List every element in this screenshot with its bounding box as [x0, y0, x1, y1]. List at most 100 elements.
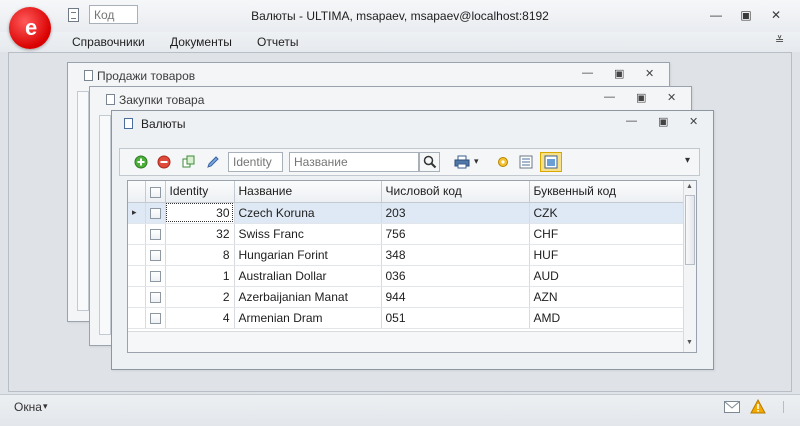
- cell-alpha-code[interactable]: CZK: [529, 202, 685, 224]
- select-all-header[interactable]: [145, 181, 166, 203]
- minimize-button[interactable]: —: [626, 115, 637, 127]
- cell-numeric-code[interactable]: 756: [381, 223, 530, 245]
- cell-name[interactable]: Armenian Dram: [234, 307, 382, 329]
- row-checkbox[interactable]: [149, 291, 161, 303]
- close-button[interactable]: ✕: [765, 6, 787, 24]
- cell-alpha-code[interactable]: HUF: [529, 244, 685, 266]
- menu-item-references[interactable]: Справочники: [72, 35, 145, 49]
- scrollbar-thumb[interactable]: [685, 195, 695, 265]
- cell-numeric-code[interactable]: 051: [381, 307, 530, 329]
- row-indicator-icon: ▸: [128, 202, 146, 224]
- cell-identity[interactable]: 30: [165, 202, 235, 224]
- row-checkbox[interactable]: [149, 207, 161, 219]
- column-header-name[interactable]: Название: [234, 181, 382, 203]
- restore-button[interactable]: ▣: [735, 6, 757, 24]
- row-indicator-header: [128, 181, 146, 203]
- menu-bar: Справочники Документы Отчеты ≚: [0, 32, 800, 52]
- cell-identity[interactable]: 4: [165, 307, 235, 329]
- minus-circle-icon[interactable]: [157, 155, 171, 169]
- close-button[interactable]: ✕: [667, 91, 676, 104]
- sales-window-titlebar[interactable]: Продажи товаров — ▣ ✕: [68, 63, 669, 87]
- cell-alpha-code[interactable]: AZN: [529, 286, 685, 308]
- search-button[interactable]: [419, 152, 440, 172]
- table-row[interactable]: 4 Armenian Dram 051 AMD: [128, 307, 685, 329]
- cell-name[interactable]: Swiss Franc: [234, 223, 382, 245]
- close-button[interactable]: ✕: [689, 115, 698, 128]
- minimize-button[interactable]: —: [705, 6, 727, 24]
- restore-button[interactable]: ▣: [636, 91, 646, 104]
- horizontal-scrollbar[interactable]: [128, 331, 683, 352]
- table-row[interactable]: 1 Australian Dollar 036 AUD: [128, 265, 685, 287]
- row-checkbox[interactable]: [149, 228, 161, 240]
- row-indicator: [128, 307, 146, 329]
- currencies-window-title: Валюты: [141, 117, 186, 131]
- cell-name[interactable]: Australian Dollar: [234, 265, 382, 287]
- windows-menu[interactable]: Окна: [14, 400, 42, 414]
- scroll-down-icon[interactable]: ▼: [686, 339, 693, 346]
- warning-icon[interactable]: [750, 399, 766, 414]
- row-checkbox[interactable]: [149, 270, 161, 282]
- purchases-window-titlebar[interactable]: Закупки товара — ▣ ✕: [90, 87, 691, 111]
- layout-toggle-button[interactable]: [540, 152, 562, 172]
- window-title: Валюты - ULTIMA, msapaev, msapaev@localh…: [251, 9, 549, 23]
- windows-menu-arrow-icon[interactable]: ▾: [43, 401, 48, 412]
- sales-window-content: [77, 91, 89, 311]
- magnifier-icon: [423, 155, 437, 169]
- table-row[interactable]: 32 Swiss Franc 756 CHF: [128, 223, 685, 245]
- document-icon: [106, 94, 115, 105]
- menu-item-documents[interactable]: Документы: [170, 35, 232, 49]
- cell-numeric-code[interactable]: 944: [381, 286, 530, 308]
- currencies-grid[interactable]: Identity Название Числовой код Буквенный…: [127, 180, 697, 353]
- cell-numeric-code[interactable]: 348: [381, 244, 530, 266]
- column-header-numeric-code[interactable]: Числовой код: [381, 181, 530, 203]
- table-row[interactable]: ▸ 30 Czech Koruna 203 CZK: [128, 202, 685, 224]
- gear-icon[interactable]: [496, 155, 510, 169]
- restore-button[interactable]: ▣: [658, 115, 668, 128]
- table-row[interactable]: 8 Hungarian Forint 348 HUF: [128, 244, 685, 266]
- menu-item-reports[interactable]: Отчеты: [257, 35, 298, 49]
- minimize-button[interactable]: —: [604, 91, 615, 103]
- cell-numeric-code[interactable]: 203: [381, 202, 530, 224]
- purchases-window-content: [99, 115, 111, 335]
- printer-icon[interactable]: [454, 155, 470, 169]
- document-icon: [84, 70, 93, 81]
- cell-identity[interactable]: 8: [165, 244, 235, 266]
- minimize-button[interactable]: —: [582, 67, 593, 79]
- cell-identity[interactable]: 32: [165, 223, 235, 245]
- cell-name[interactable]: Czech Koruna: [234, 202, 382, 224]
- envelope-icon[interactable]: [724, 401, 740, 413]
- toolbar-overflow-icon[interactable]: ▾: [685, 155, 690, 166]
- cell-identity[interactable]: 2: [165, 286, 235, 308]
- close-button[interactable]: ✕: [645, 67, 654, 80]
- currencies-window-titlebar[interactable]: Валюты — ▣ ✕: [112, 111, 713, 135]
- plus-circle-icon[interactable]: [134, 155, 148, 169]
- vertical-scrollbar[interactable]: ▲ ▼: [683, 181, 696, 352]
- column-header-identity[interactable]: Identity: [165, 181, 235, 203]
- row-checkbox[interactable]: [149, 249, 161, 261]
- row-indicator: [128, 223, 146, 245]
- cell-name[interactable]: Azerbaijanian Manat: [234, 286, 382, 308]
- ribbon-collapse-icon[interactable]: ≚: [775, 34, 784, 47]
- name-filter-input[interactable]: [289, 152, 419, 172]
- list-columns-icon[interactable]: [519, 155, 533, 169]
- scroll-up-icon[interactable]: ▲: [686, 183, 693, 190]
- purchases-window-title: Закупки товара: [119, 93, 205, 107]
- pencil-icon[interactable]: [206, 155, 220, 169]
- column-header-alpha-code[interactable]: Буквенный код: [529, 181, 685, 203]
- cell-name[interactable]: Hungarian Forint: [234, 244, 382, 266]
- row-checkbox[interactable]: [149, 312, 161, 324]
- restore-button[interactable]: ▣: [614, 67, 624, 80]
- cell-numeric-code[interactable]: 036: [381, 265, 530, 287]
- app-logo-button[interactable]: e: [9, 7, 51, 49]
- select-all-checkbox[interactable]: [149, 186, 161, 198]
- cell-alpha-code[interactable]: CHF: [529, 223, 685, 245]
- cell-identity[interactable]: 1: [165, 265, 235, 287]
- identity-filter-input[interactable]: [228, 152, 283, 172]
- cell-alpha-code[interactable]: AMD: [529, 307, 685, 329]
- row-indicator: [128, 286, 146, 308]
- copy-icon[interactable]: [182, 155, 196, 169]
- cell-alpha-code[interactable]: AUD: [529, 265, 685, 287]
- table-row[interactable]: 2 Azerbaijanian Manat 944 AZN: [128, 286, 685, 308]
- resize-grip[interactable]: [783, 401, 793, 413]
- print-dropdown-icon[interactable]: ▾: [474, 156, 479, 167]
